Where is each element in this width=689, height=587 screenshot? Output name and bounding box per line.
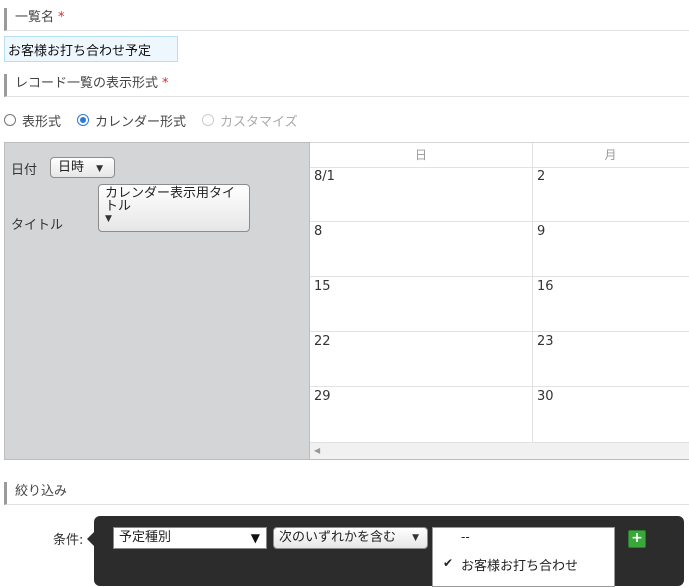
display-format-header: レコード一覧の表示形式 *	[4, 74, 689, 97]
date-label: 日付	[11, 163, 38, 178]
radio-button-selected-icon[interactable]	[77, 114, 90, 126]
title-field-dropdown[interactable]: カレンダー表示用タイトル ▼	[98, 184, 250, 232]
filter-label: 絞り込み	[15, 484, 68, 499]
display-format-label: レコード一覧の表示形式	[15, 76, 159, 91]
caret-down-icon: ▼	[96, 164, 104, 174]
date-field-value: 日時	[58, 160, 85, 175]
option-empty[interactable]: --	[461, 530, 470, 544]
calendar-cell: 23	[533, 332, 689, 387]
calendar-cell: 9	[533, 222, 689, 277]
calendar-preview: 日 月 8/1 2 8 9 15 16 22 23 29 30 ◀	[310, 142, 689, 460]
calendar-cell: 29	[314, 389, 331, 404]
radio-calendar-format[interactable]: カレンダー形式	[77, 111, 186, 130]
calendar-cell: 2	[533, 167, 689, 222]
list-name-label: 一覧名	[15, 10, 55, 25]
plus-icon: +	[631, 530, 643, 546]
filter-operator-value: 次のいずれかを含む	[279, 530, 397, 545]
list-name-input[interactable]	[4, 36, 178, 62]
filter-header: 絞り込み	[4, 482, 689, 505]
radio-table-format[interactable]: 表形式	[4, 111, 61, 130]
filter-operator-dropdown[interactable]: 次のいずれかを含む ▼	[273, 527, 428, 549]
condition-label: 条件:	[53, 533, 84, 548]
horizontal-scrollbar[interactable]: ◀	[310, 442, 689, 459]
check-icon: ✔	[443, 556, 454, 570]
filter-value-multiselect[interactable]: -- ✔ お客様お打ち合わせ	[432, 527, 615, 587]
calendar-cell: 8	[310, 222, 532, 277]
scroll-left-icon[interactable]: ◀	[314, 446, 320, 455]
title-field-value: カレンダー表示用タイトル	[105, 186, 236, 214]
radio-button-disabled-icon	[202, 114, 215, 126]
display-format-radio-group: 表形式 カレンダー形式 カスタマイズ	[4, 110, 314, 130]
calendar-cell: 22	[310, 332, 532, 387]
required-mark: *	[162, 76, 169, 91]
calendar-cell: 8/1	[310, 167, 532, 222]
calendar-header-monday: 月	[532, 143, 689, 168]
required-mark: *	[58, 10, 65, 25]
caret-down-icon: ▼	[250, 531, 260, 545]
calendar-cell: 15	[310, 277, 532, 332]
radio-button-icon[interactable]	[4, 114, 16, 126]
title-label: タイトル	[11, 218, 64, 233]
caret-down-icon: ▼	[412, 533, 419, 543]
list-name-header: 一覧名 *	[4, 8, 689, 31]
add-condition-button[interactable]: +	[628, 530, 646, 548]
caret-down-icon: ▼	[105, 214, 112, 224]
calendar-cell: 16	[533, 277, 689, 332]
calendar-header-sunday: 日	[310, 143, 532, 168]
date-field-dropdown[interactable]: 日時 ▼	[50, 157, 115, 178]
radio-label: カスタマイズ	[220, 114, 298, 130]
filter-field-value: 予定種別	[119, 530, 172, 545]
option-customer-meeting[interactable]: お客様お打ち合わせ	[461, 555, 578, 574]
calendar-settings-panel: 日付 日時 ▼ タイトル カレンダー表示用タイトル ▼	[4, 142, 310, 460]
calendar-cell: 30	[537, 389, 554, 404]
radio-label: 表形式	[22, 114, 62, 130]
radio-customize: カスタマイズ	[202, 111, 298, 130]
radio-label: カレンダー形式	[95, 114, 187, 130]
filter-field-select[interactable]: 予定種別 ▼	[113, 527, 267, 549]
